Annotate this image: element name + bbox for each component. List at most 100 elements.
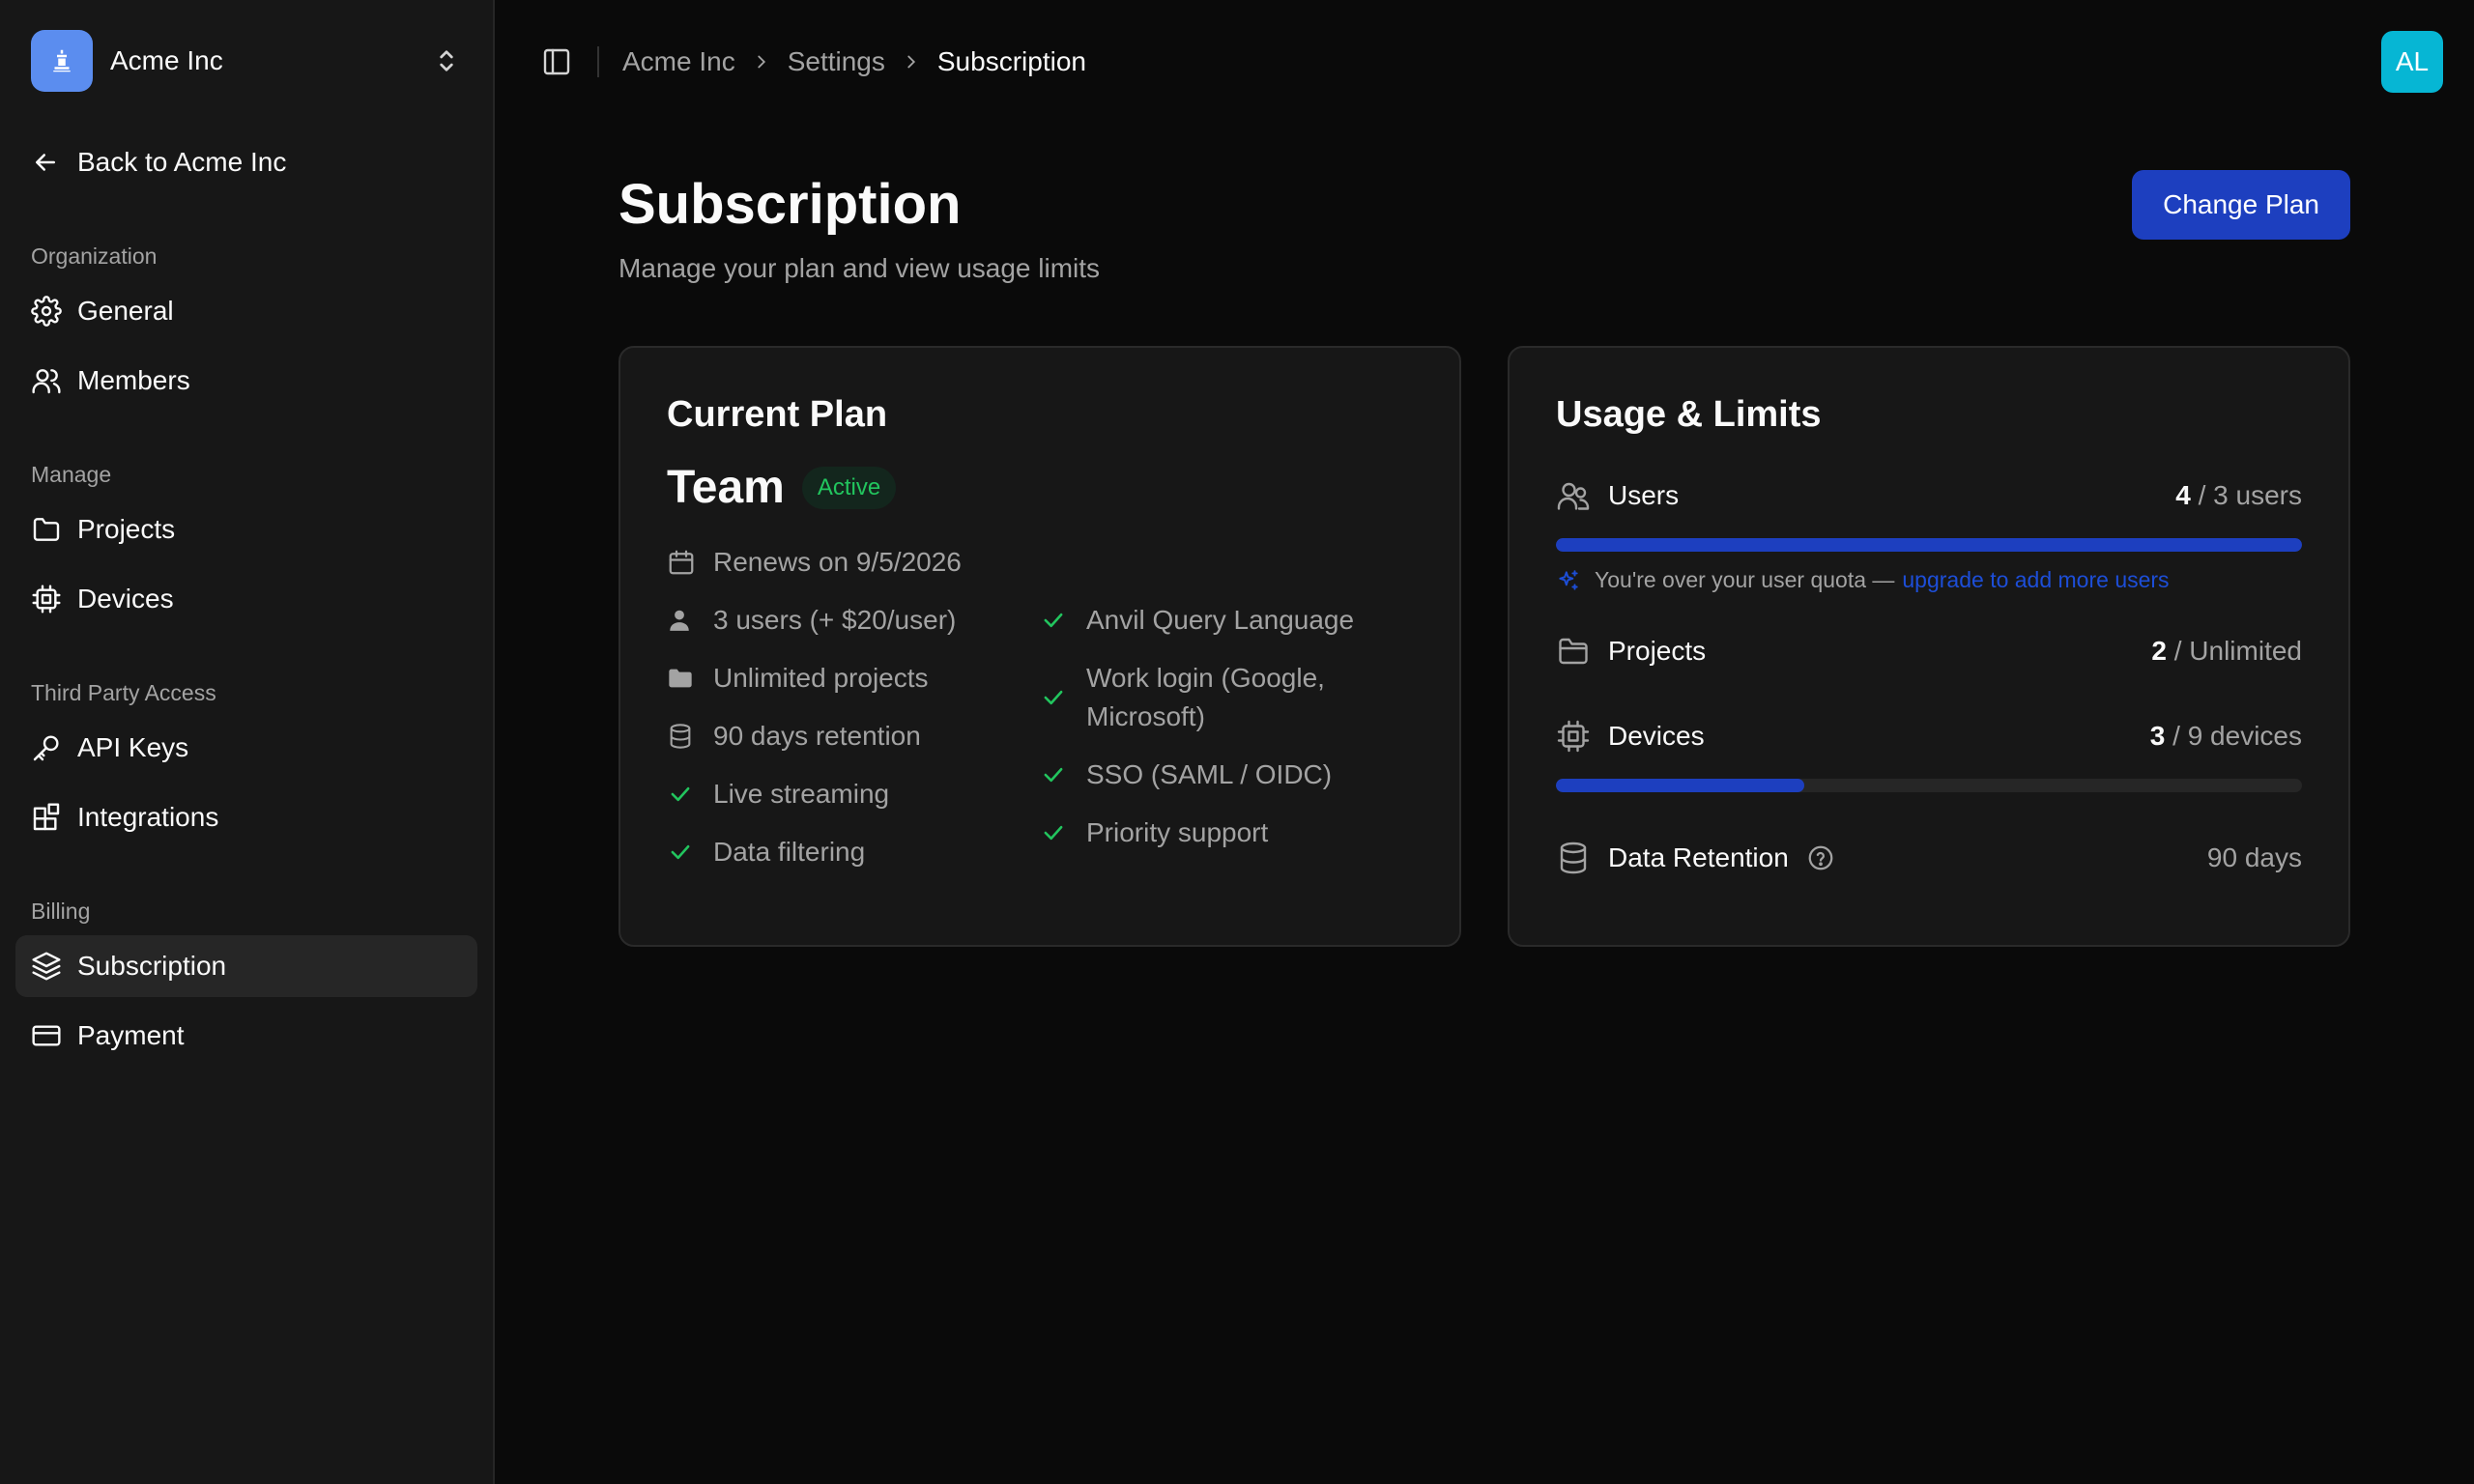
check-icon [1040, 756, 1069, 794]
renewal-text: Renews on 9/5/2026 [713, 547, 962, 577]
feature-label: Priority support [1086, 817, 1269, 847]
usage-value: 4 / 3 users [2175, 480, 2302, 511]
usage-label: Devices [1556, 719, 1705, 754]
sidebar-item-label: API Keys [77, 732, 189, 762]
nav-group-manage: Manage Projects Devices [15, 458, 477, 630]
features-column-right: Anvil Query Language Work login (Google,… [1040, 601, 1413, 891]
section-label: Billing [31, 898, 91, 924]
usage-limit: / 9 devices [2172, 721, 2302, 751]
back-link[interactable]: Back to Acme Inc [15, 139, 477, 186]
sidebar-item-label: Projects [77, 514, 176, 544]
arrow-left-icon [36, 154, 55, 171]
database-icon [1560, 842, 1587, 874]
feature-label: Live streaming [713, 779, 890, 809]
sidebar: Acme Inc Back to Acme Inc Organization G… [0, 0, 495, 1484]
feature-item: Anvil Query Language [1040, 601, 1413, 640]
check-icon [1040, 813, 1069, 852]
usage-value: 3 / 9 devices [2150, 721, 2302, 752]
sidebar-item-label: Integrations [77, 802, 219, 832]
chevron-right-icon [751, 51, 772, 72]
gear-icon [31, 296, 62, 327]
features-list: 3 users (+ $20/user) Unlimited projects … [667, 601, 1413, 891]
folder-filled-icon [667, 659, 696, 698]
users-icon [1557, 482, 1590, 510]
breadcrumb-acme[interactable]: Acme Inc [622, 46, 735, 77]
org-switcher[interactable]: Acme Inc [15, 29, 477, 93]
check-icon [667, 775, 696, 813]
devices-progress-fill [1556, 779, 1805, 792]
avatar[interactable]: AL [2381, 31, 2443, 93]
breadcrumb-settings[interactable]: Settings [788, 46, 885, 77]
feature-item: SSO (SAML / OIDC) [1040, 756, 1413, 794]
users-progress-fill [1556, 538, 2302, 552]
card-title: Usage & Limits [1556, 394, 1822, 435]
sidebar-item-label: Devices [77, 584, 174, 614]
breadcrumb-subscription: Subscription [936, 46, 1086, 76]
change-plan-button[interactable]: Change Plan [2132, 170, 2350, 240]
usage-label-text: Users [1608, 480, 1680, 510]
feature-item: Unlimited projects [667, 659, 1040, 698]
usage-row: Devices 3 / 9 devices [1556, 719, 2302, 754]
users-progress-bar [1556, 538, 2302, 552]
feature-label: Anvil Query Language [1086, 605, 1355, 635]
usage-projects: Projects 2 / Unlimited [1556, 634, 2302, 669]
sidebar-item-devices[interactable]: Devices [15, 568, 477, 630]
usage-limit: / 3 users [2198, 480, 2302, 510]
folder-icon [1559, 638, 1588, 665]
check-icon [1040, 601, 1069, 640]
feature-item: Work login (Google, Microsoft) [1040, 659, 1413, 736]
feature-item: Data filtering [667, 833, 1040, 871]
retention-value: 90 days [2206, 842, 2302, 872]
upgrade-link[interactable]: upgrade to add more users [1902, 567, 2169, 593]
sidebar-toggle-button[interactable] [530, 35, 584, 89]
sparkles-icon [1559, 569, 1578, 590]
feature-label: SSO (SAML / OIDC) [1086, 759, 1333, 789]
folder-icon [33, 518, 60, 541]
app: Acme Inc Back to Acme Inc Organization G… [0, 0, 2474, 1484]
plan-name: Team [667, 462, 785, 513]
quota-warning-text: You're over your user quota — [1595, 567, 1895, 592]
sidebar-item-label: Members [77, 365, 190, 395]
usage-label: Projects [1556, 634, 1706, 669]
sidebar-item-label: General [77, 296, 174, 326]
feature-label: Unlimited projects [713, 663, 929, 693]
page-content: Subscription Manage your plan and view u… [495, 124, 2474, 947]
calendar-icon [669, 550, 694, 575]
nav-group-third-party: Third Party Access API Keys Integrations [15, 676, 477, 848]
usage-limit: / Unlimited [2173, 636, 2302, 666]
nav-group-organization: Organization General Members [15, 240, 477, 412]
breadcrumb: Acme Inc Settings Subscription [622, 46, 1086, 77]
sidebar-item-api-keys[interactable]: API Keys [15, 717, 477, 779]
sidebar-item-projects[interactable]: Projects [15, 499, 477, 560]
org-logo-icon [31, 30, 93, 92]
chevron-up-down-icon [440, 50, 453, 71]
usage-count: 3 [2149, 721, 2166, 751]
check-icon [667, 833, 696, 871]
topbar-divider [597, 46, 599, 77]
sidebar-item-label: Payment [77, 1020, 185, 1050]
usage-row: Data Retention 90 days [1556, 841, 2302, 875]
key-icon [33, 735, 59, 761]
chip-icon [32, 585, 61, 614]
feature-label: Data filtering [713, 837, 866, 867]
help-circle-icon[interactable] [1806, 843, 1853, 872]
sidebar-item-integrations[interactable]: Integrations [15, 786, 477, 848]
chevron-right-icon [901, 51, 922, 72]
nav-group-billing: Billing Subscription Payment [15, 895, 477, 1067]
chip-icon [1557, 720, 1590, 753]
feature-item: 90 days retention [667, 717, 1040, 756]
page-header: Subscription Manage your plan and view u… [618, 170, 2350, 284]
usage-label: Users [1556, 478, 1679, 513]
org-name: Acme Inc [110, 45, 223, 75]
feature-item: Priority support [1040, 813, 1413, 852]
check-icon [1040, 659, 1069, 736]
sidebar-item-payment[interactable]: Payment [15, 1005, 477, 1067]
status-badge: Active [801, 466, 897, 509]
sidebar-item-members[interactable]: Members [15, 350, 477, 412]
feature-label: 3 users (+ $20/user) [713, 605, 957, 635]
current-plan-card: Current Plan Team Active Renews on 9/5/2… [618, 346, 1461, 947]
sidebar-item-general[interactable]: General [15, 280, 477, 342]
sidebar-item-subscription[interactable]: Subscription [15, 935, 477, 997]
credit-card-icon [32, 1025, 61, 1046]
user-icon [667, 601, 696, 640]
